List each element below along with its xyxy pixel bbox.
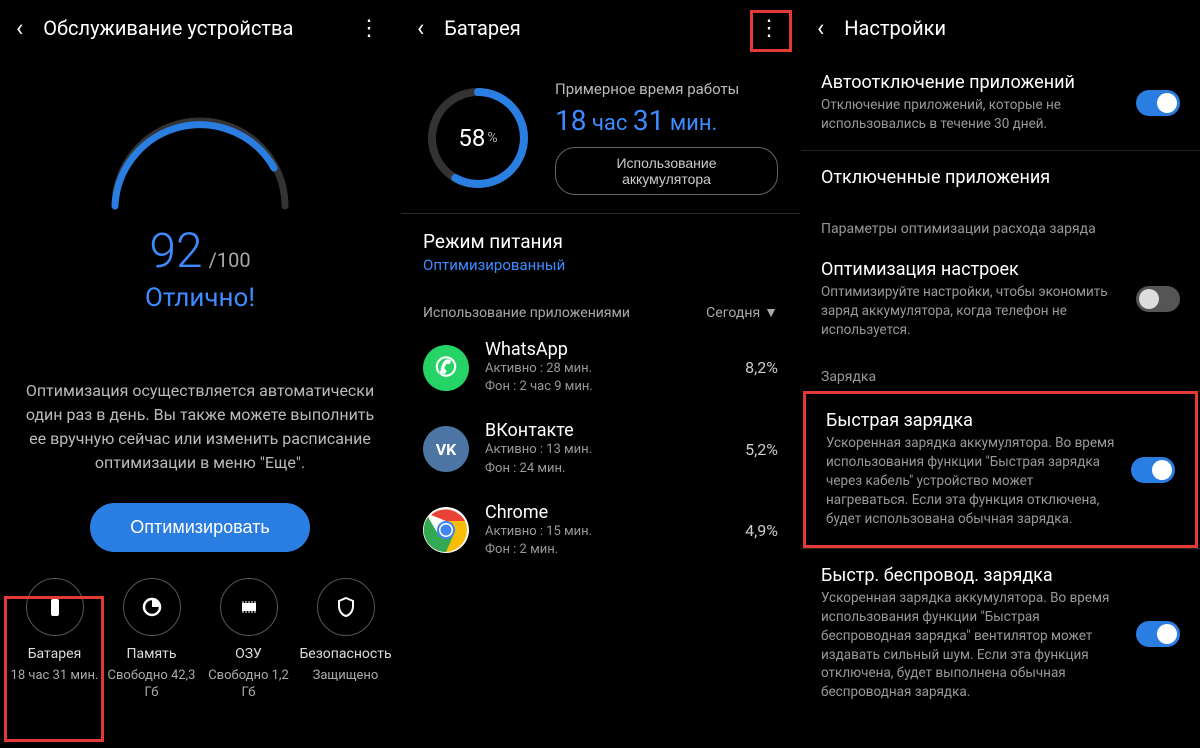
row-fast-wireless-charging[interactable]: Быстр. беспровод. зарядка Ускоренная зар… — [801, 549, 1200, 718]
tile-ram[interactable]: ОЗУ Свободно 1,2 Гб — [201, 578, 297, 702]
tile-memory-label: Память — [104, 646, 200, 662]
screen-device-care: ‹ Обслуживание устройства ⋮ 92/100 Отлич… — [0, 0, 400, 748]
optimize-button[interactable]: Оптимизировать — [90, 503, 309, 552]
back-icon[interactable]: ‹ — [411, 10, 430, 46]
header: ‹ Обслуживание устройства ⋮ — [0, 0, 400, 56]
row-title: Быстрая зарядка — [826, 410, 1117, 431]
page-title: Настройки — [844, 16, 1190, 40]
power-mode-section[interactable]: Режим питания Оптимизированный — [401, 214, 800, 290]
category-charging: Зарядка — [801, 355, 1200, 391]
score-status: Отлично! — [0, 283, 400, 313]
app-name: WhatsApp — [485, 339, 729, 360]
tile-memory-value: Свободно 42,3 Гб — [104, 668, 200, 702]
estimated-value: 18 час 31 мин. — [555, 104, 778, 137]
app-active: Активно : 15 мин. — [485, 523, 729, 541]
row-desc: Оптимизируйте настройки, чтобы экономить… — [821, 283, 1122, 340]
app-background: Фон : 24 мин. — [485, 460, 729, 478]
app-usage-header: Использование приложениями Сегодня ▼ — [401, 290, 800, 327]
app-list: ✆ WhatsAppАктивно : 28 мин.Фон : 2 час 9 … — [401, 327, 800, 571]
app-percent: 5,2% — [745, 440, 778, 459]
today-dropdown[interactable]: Сегодня ▼ — [706, 304, 778, 321]
screen-battery: ‹ Батарея ⋮ 58% Примерное время работы 1… — [400, 0, 800, 748]
tile-battery[interactable]: Батарея 18 час 31 мин. — [7, 578, 103, 702]
score-max: /100 — [209, 248, 251, 272]
storage-icon — [140, 595, 164, 619]
app-percent: 8,2% — [745, 358, 778, 377]
category-optimization: Параметры оптимизации расхода заряда — [801, 207, 1200, 243]
battery-percent: 58 — [458, 124, 485, 152]
row-auto-disable-apps[interactable]: Автоотключение приложений Отключение при… — [801, 56, 1200, 150]
app-icon: VK — [423, 426, 469, 472]
row-title: Быстр. беспровод. зарядка — [821, 565, 1122, 586]
tile-security[interactable]: Безопасность Защищено — [298, 578, 394, 702]
settings-list: Автоотключение приложений Отключение при… — [801, 56, 1200, 718]
tile-ram-value: Свободно 1,2 Гб — [201, 668, 297, 702]
app-active: Активно : 28 мин. — [485, 360, 729, 378]
tile-security-value: Защищено — [298, 668, 394, 685]
toggle-auto-disable[interactable] — [1136, 90, 1180, 116]
toggle-fast-charging[interactable] — [1131, 457, 1175, 483]
row-disabled-apps[interactable]: Отключенные приложения — [801, 151, 1200, 207]
app-name: ВКонтакте — [485, 420, 729, 441]
row-title: Оптимизация настроек — [821, 259, 1122, 280]
row-optimize-settings[interactable]: Оптимизация настроек Оптимизируйте настр… — [801, 243, 1200, 356]
battery-usage-button[interactable]: Использование аккумулятора — [555, 147, 778, 195]
page-title: Обслуживание устройства — [43, 16, 334, 40]
row-desc: Ускоренная зарядка аккумулятора. Во врем… — [826, 434, 1117, 528]
score-value: 92 — [149, 222, 202, 279]
more-icon[interactable]: ⋮ — [748, 12, 790, 45]
row-title: Автоотключение приложений — [821, 72, 1122, 93]
app-usage-label: Использование приложениями — [423, 305, 706, 321]
back-icon[interactable]: ‹ — [10, 10, 29, 46]
battery-summary: 58% Примерное время работы 18 час 31 мин… — [401, 56, 800, 213]
bottom-tiles: Батарея 18 час 31 мин. Память Свободно 4… — [0, 578, 400, 712]
app-info: ВКонтактеАктивно : 13 мин.Фон : 24 мин. — [485, 420, 729, 477]
screen-settings: ‹ Настройки Автоотключение приложений От… — [800, 0, 1200, 748]
toggle-fast-wireless[interactable] — [1136, 621, 1180, 647]
tile-battery-value: 18 час 31 мин. — [7, 668, 103, 685]
shield-icon — [334, 595, 358, 619]
app-row[interactable]: VK ВКонтактеАктивно : 13 мин.Фон : 24 мин… — [401, 408, 800, 489]
estimated-time: Примерное время работы 18 час 31 мин. Ис… — [555, 80, 778, 195]
header: ‹ Батарея ⋮ — [401, 0, 800, 56]
tile-battery-label: Батарея — [7, 646, 103, 662]
app-icon: ✆ — [423, 345, 469, 391]
toggle-optimize-settings[interactable] — [1136, 286, 1180, 312]
power-mode-title: Режим питания — [423, 230, 778, 253]
score-gauge — [95, 96, 305, 216]
back-icon[interactable]: ‹ — [811, 10, 830, 46]
header: ‹ Настройки — [801, 0, 1200, 56]
page-title: Батарея — [444, 16, 734, 40]
tile-memory[interactable]: Память Свободно 42,3 Гб — [104, 578, 200, 702]
score-number-row: 92/100 — [0, 222, 400, 279]
power-mode-value: Оптимизированный — [423, 256, 778, 274]
battery-icon — [43, 595, 67, 619]
app-active: Активно : 13 мин. — [485, 441, 729, 459]
ram-icon — [237, 595, 261, 619]
row-desc: Отключение приложений, которые не исполь… — [821, 96, 1122, 134]
app-row[interactable]: ChromeАктивно : 15 мин.Фон : 2 мин. 4,9% — [401, 490, 800, 571]
row-fast-charging[interactable]: Быстрая зарядка Ускоренная зарядка аккум… — [803, 391, 1198, 547]
app-background: Фон : 2 мин. — [485, 541, 729, 559]
app-name: Chrome — [485, 502, 729, 523]
score-panel: 92/100 Отлично! — [0, 96, 400, 313]
tile-ram-label: ОЗУ — [201, 646, 297, 662]
estimated-label: Примерное время работы — [555, 80, 778, 98]
app-background: Фон : 2 час 9 мин. — [485, 378, 729, 396]
tile-security-label: Безопасность — [298, 646, 394, 662]
optimization-description: Оптимизация осуществляется автоматически… — [0, 379, 400, 475]
app-info: WhatsAppАктивно : 28 мин.Фон : 2 час 9 м… — [485, 339, 729, 396]
more-icon[interactable]: ⋮ — [348, 12, 390, 45]
app-icon — [423, 507, 469, 553]
row-title: Отключенные приложения — [821, 167, 1180, 188]
chevron-down-icon: ▼ — [764, 304, 778, 321]
app-percent: 4,9% — [745, 521, 778, 540]
row-desc: Ускоренная зарядка аккумулятора. Во врем… — [821, 589, 1122, 702]
battery-ring: 58% — [423, 83, 533, 193]
app-row[interactable]: ✆ WhatsAppАктивно : 28 мин.Фон : 2 час 9 … — [401, 327, 800, 408]
app-info: ChromeАктивно : 15 мин.Фон : 2 мин. — [485, 502, 729, 559]
